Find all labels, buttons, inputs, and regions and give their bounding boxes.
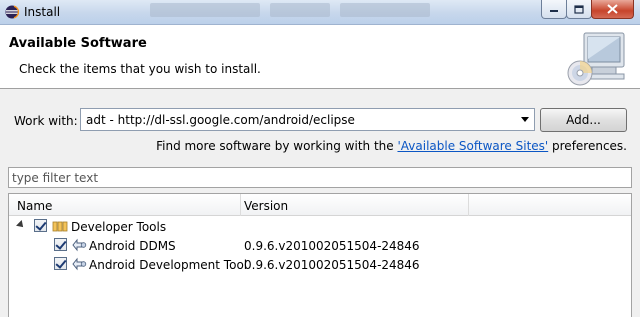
- page-title: Available Software: [9, 36, 147, 51]
- column-divider[interactable]: [240, 194, 241, 216]
- feature-plugin-icon: [72, 238, 87, 252]
- row-version: 0.9.6.v201002051504-24846: [244, 258, 420, 272]
- row-name: Android Development Tool: [89, 258, 248, 272]
- column-header-version[interactable]: Version: [244, 199, 288, 213]
- blurred-title-area: [340, 3, 430, 17]
- expand-arrow-icon[interactable]: [16, 220, 26, 230]
- software-tree-table[interactable]: Name Version Developer Tools Android DDM…: [8, 193, 632, 317]
- work-with-combobox[interactable]: adt - http://dl-ssl.google.com/android/e…: [80, 108, 535, 131]
- blurred-title-area: [150, 3, 260, 17]
- blurred-title-area: [270, 3, 330, 17]
- window-title: Install: [24, 5, 61, 19]
- header-banner: Available Software Check the items that …: [0, 25, 640, 89]
- filter-field[interactable]: [8, 167, 632, 188]
- eclipse-icon: [5, 5, 19, 19]
- work-with-value: adt - http://dl-ssl.google.com/android/e…: [86, 113, 355, 127]
- table-header: Name Version: [9, 194, 631, 216]
- maximize-button[interactable]: [566, 0, 592, 19]
- feature-plugin-icon: [72, 257, 87, 271]
- minimize-icon: [550, 10, 558, 12]
- category-icon: [52, 221, 68, 232]
- page-description: Check the items that you wish to install…: [19, 62, 261, 76]
- group-name: Developer Tools: [71, 220, 167, 234]
- row-name: Android DDMS: [89, 239, 176, 253]
- column-header-name[interactable]: Name: [17, 199, 52, 213]
- group-checkbox[interactable]: [34, 219, 47, 232]
- maximize-icon: [574, 4, 584, 14]
- close-icon: [607, 4, 618, 14]
- column-divider[interactable]: [468, 194, 469, 216]
- work-with-label: Work with:: [14, 114, 78, 128]
- install-cd-monitor-icon: [567, 32, 625, 86]
- filter-input[interactable]: [9, 168, 631, 187]
- tree-group-row[interactable]: Developer Tools: [9, 217, 631, 236]
- window-title-bar[interactable]: Install: [0, 0, 640, 25]
- table-row[interactable]: Android Development Tool 0.9.6.v20100205…: [9, 255, 631, 274]
- close-button[interactable]: [591, 0, 634, 19]
- chevron-down-icon[interactable]: [521, 117, 529, 122]
- row-checkbox[interactable]: [54, 238, 67, 251]
- row-version: 0.9.6.v201002051504-24846: [244, 239, 420, 253]
- row-checkbox[interactable]: [54, 257, 67, 270]
- minimize-button[interactable]: [541, 0, 567, 19]
- available-software-sites-link[interactable]: 'Available Software Sites': [397, 139, 548, 153]
- table-row[interactable]: Android DDMS 0.9.6.v201002051504-24846: [9, 236, 631, 255]
- add-site-button[interactable]: Add...: [540, 108, 627, 132]
- more-software-text: Find more software by working with the '…: [156, 139, 627, 153]
